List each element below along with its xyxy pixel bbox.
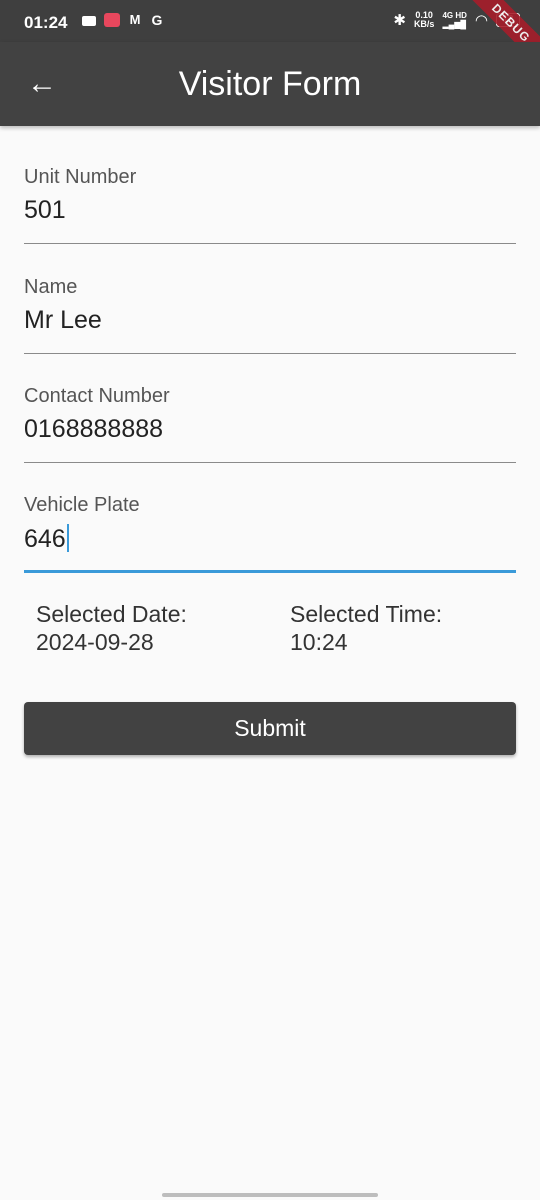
- network-speed: 0.10 KB/s: [414, 11, 435, 29]
- selected-date: Selected Date: 2024-09-28: [36, 600, 187, 656]
- unit-number-value[interactable]: 501: [24, 196, 66, 225]
- contact-number-field[interactable]: Contact Number 0168888888: [24, 345, 516, 463]
- mail-icon: [82, 16, 96, 26]
- vehicle-plate-value: 646: [24, 525, 66, 553]
- text-caret: [66, 524, 69, 552]
- vehicle-plate-field[interactable]: Vehicle Plate 646: [24, 454, 516, 573]
- name-field[interactable]: Name Mr Lee: [24, 236, 516, 354]
- submit-button[interactable]: Submit: [24, 702, 516, 755]
- unit-number-field[interactable]: Unit Number 501: [24, 126, 516, 244]
- speed-unit: KB/s: [413, 19, 435, 29]
- home-indicator[interactable]: [162, 1193, 378, 1197]
- gmail-icon: M: [129, 12, 141, 27]
- contact-number-label: Contact Number: [24, 385, 170, 407]
- selected-time-label: Selected Time:: [290, 601, 443, 627]
- field-underline-focused: [24, 570, 516, 573]
- selected-date-label: Selected Date:: [36, 601, 187, 627]
- network-type: 4G HD: [442, 11, 467, 20]
- contact-number-value[interactable]: 0168888888: [24, 415, 163, 444]
- vehicle-plate-input-text[interactable]: 646: [24, 524, 69, 554]
- name-value[interactable]: Mr Lee: [24, 306, 102, 335]
- notification-icons: M G: [82, 13, 164, 27]
- status-time: 01:24: [24, 13, 68, 32]
- google-icon: G: [151, 12, 163, 28]
- selected-date-value: 2024-09-28: [36, 629, 154, 655]
- page-title: Visitor Form: [178, 65, 362, 103]
- status-bar: 01:24 M G ✱ 0.10 KB/s 4G HD ▂▄▆█ ◠ 12 DE…: [0, 0, 540, 77]
- app-bar: ← Visitor Form: [0, 42, 540, 126]
- name-label: Name: [24, 276, 78, 298]
- selected-time-value: 10:24: [290, 629, 348, 655]
- shopee-icon: [104, 13, 120, 27]
- selected-time: Selected Time: 10:24: [290, 600, 442, 656]
- unit-number-label: Unit Number: [24, 166, 137, 188]
- bluetooth-icon: ✱: [393, 12, 406, 29]
- vehicle-plate-label: Vehicle Plate: [24, 494, 140, 516]
- signal-icon: 4G HD ▂▄▆█: [442, 11, 467, 29]
